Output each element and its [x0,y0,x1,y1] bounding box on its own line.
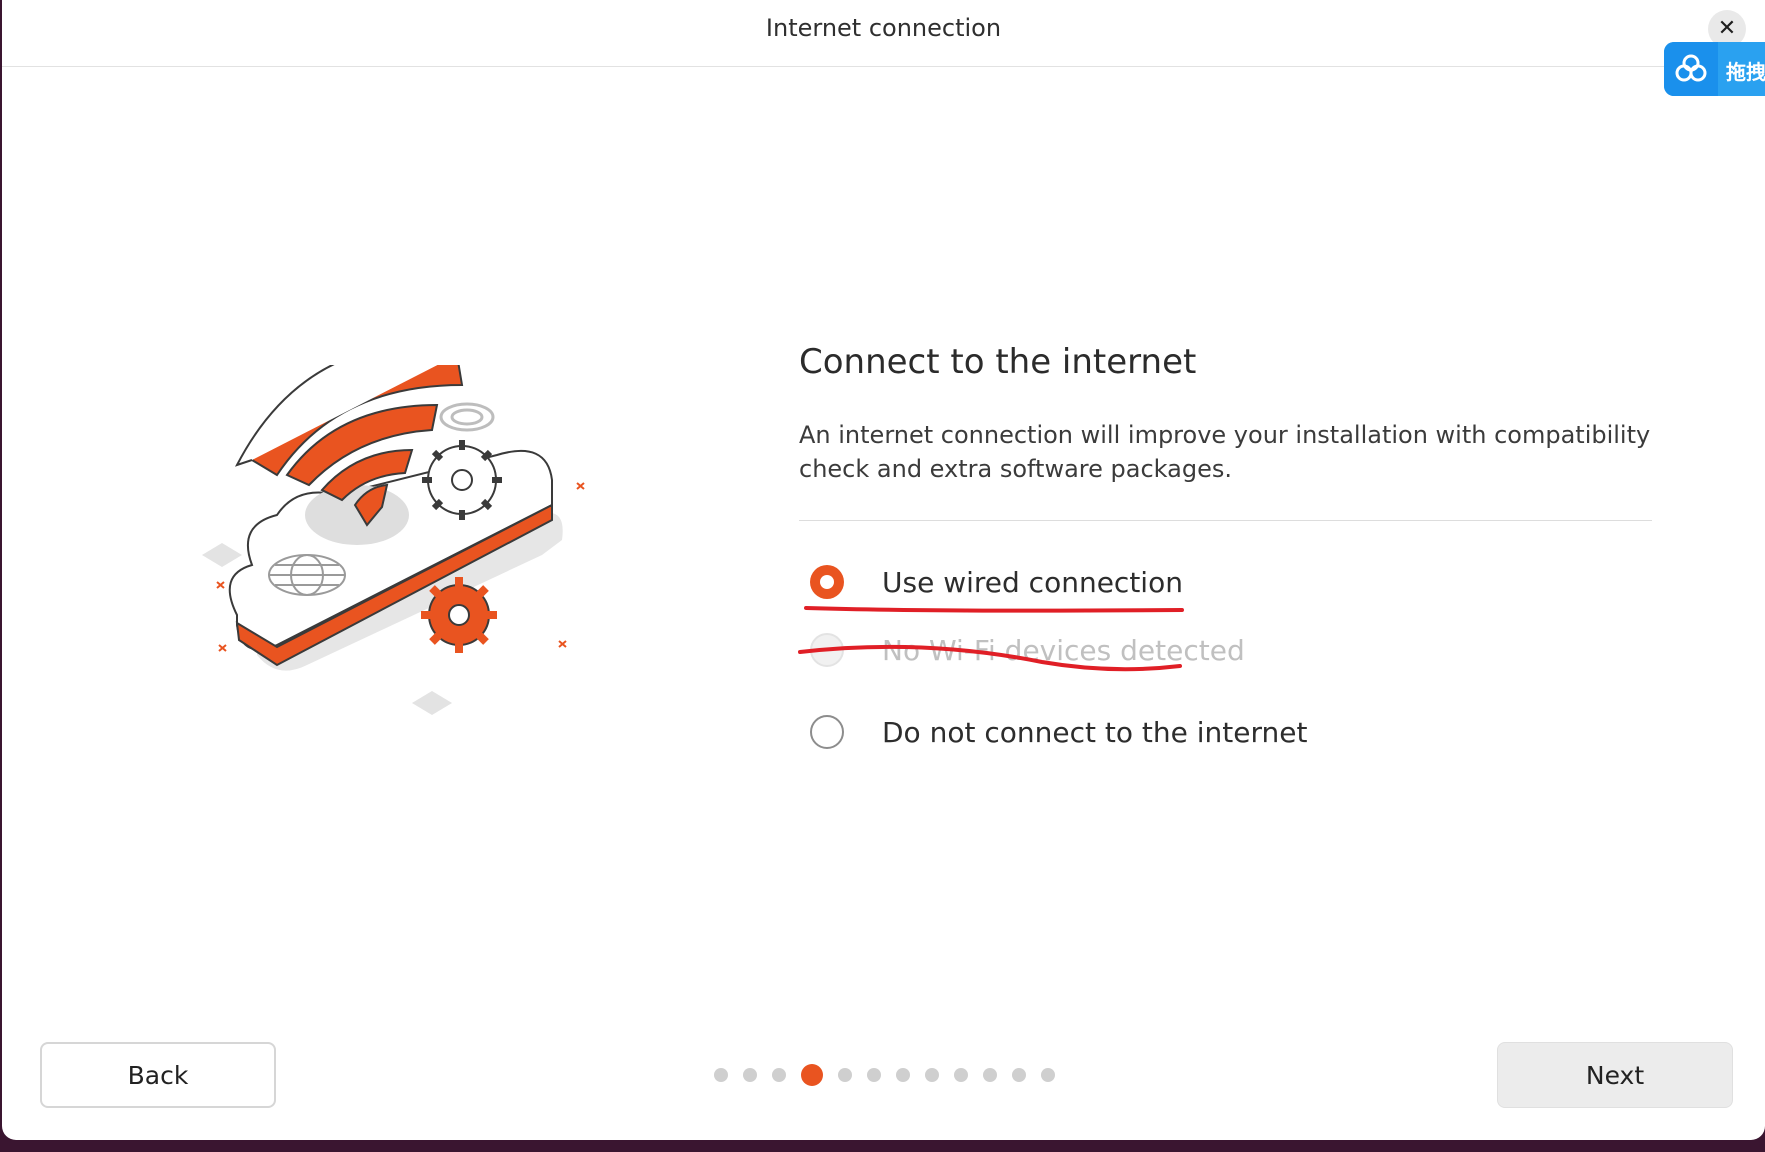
progress-dot [772,1068,786,1082]
progress-dot [743,1068,757,1082]
radio-selected-icon[interactable] [810,565,844,599]
progress-dot [838,1068,852,1082]
page-heading: Connect to the internet [799,342,1197,382]
floating-widget[interactable]: 拖拽 [1664,42,1765,96]
page-description: An internet connection will improve your… [799,421,1651,483]
progress-dot [896,1068,910,1082]
progress-dot [954,1068,968,1082]
progress-dot [867,1068,881,1082]
progress-dots [714,1064,1070,1086]
progress-dot [925,1068,939,1082]
progress-dot [1041,1068,1055,1082]
separator [799,520,1652,521]
progress-dot [714,1068,728,1082]
option-no-internet[interactable]: Do not connect to the internet [810,710,1307,754]
option-label: Use wired connection [882,565,1183,599]
progress-dot [1012,1068,1026,1082]
title-bar: Internet connection ✕ [2,0,1765,67]
cloud-link-icon [1664,42,1718,96]
back-button[interactable]: Back [40,1042,276,1108]
wifi-cloud-illustration [202,365,585,715]
option-wired-connection[interactable]: Use wired connection [810,560,1183,604]
gear-icon [422,440,502,520]
installer-window: Internet connection ✕ Connect to the int… [2,0,1765,1140]
option-wifi: No Wi-Fi devices detected [810,628,1245,672]
gear-orange-icon [421,577,497,653]
floating-widget-label: 拖拽 [1726,60,1765,84]
progress-dot [983,1068,997,1082]
close-icon: ✕ [1717,16,1737,41]
next-button[interactable]: Next [1497,1042,1733,1108]
radio-unselected-icon[interactable] [810,715,844,749]
option-label: No Wi-Fi devices detected [882,633,1245,667]
progress-dot-active [801,1064,823,1086]
option-label: Do not connect to the internet [882,715,1308,749]
radio-disabled-icon [810,633,844,667]
target-icon [439,402,495,432]
window-title: Internet connection [765,14,1002,42]
